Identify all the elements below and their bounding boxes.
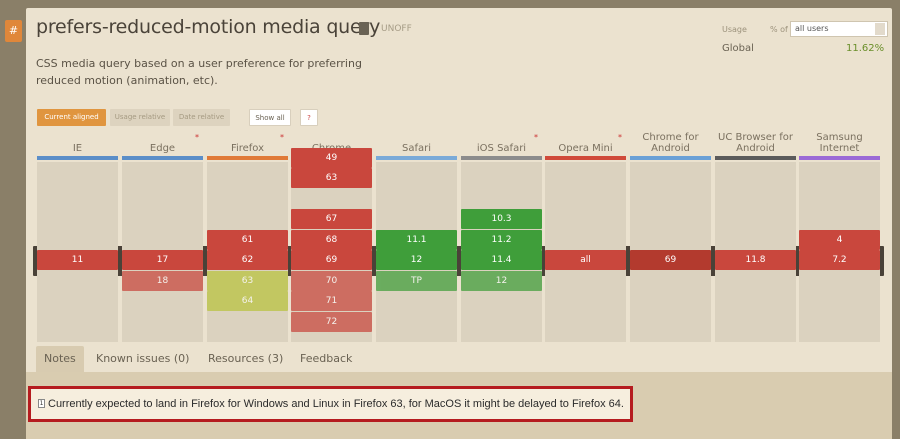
browser-name-label: Safari xyxy=(401,143,431,154)
browser-column: Edge * xyxy=(122,130,203,342)
tab-feedback[interactable]: Feedback xyxy=(292,346,360,372)
version-cell[interactable]: 49 xyxy=(291,147,372,168)
version-cell[interactable]: 63 xyxy=(291,168,372,188)
asterisk-icon: * xyxy=(534,133,538,142)
version-cell[interactable]: 64 xyxy=(207,291,288,311)
usage-label: Usage xyxy=(722,25,747,34)
highlighted-note: 1 Currently expected to land in Firefox … xyxy=(28,386,633,422)
browser-name-label: Edge xyxy=(149,143,176,154)
version-cell[interactable]: 11.1 xyxy=(376,229,457,250)
browser-color-line xyxy=(122,156,203,160)
version-cell[interactable]: 72 xyxy=(291,311,372,332)
browser-color-line xyxy=(207,156,288,160)
tab-known-issues[interactable]: Known issues (0) xyxy=(88,346,197,372)
date-relative-button[interactable]: Date relative xyxy=(173,109,230,126)
hash-link-icon[interactable]: # xyxy=(5,20,22,42)
usage-relative-button[interactable]: Usage relative xyxy=(110,109,170,126)
tab-resources[interactable]: Resources (3) xyxy=(200,346,291,372)
version-cell[interactable]: 11.8 xyxy=(715,250,796,270)
version-cell[interactable]: 11.4 xyxy=(461,250,542,270)
version-cell[interactable]: 61 xyxy=(207,229,288,250)
browser-color-line xyxy=(376,156,457,160)
browser-name-label: UC Browser for Android xyxy=(718,132,793,154)
version-cell[interactable]: 4 xyxy=(799,229,880,250)
version-cell[interactable]: 69 xyxy=(630,250,711,270)
tab-notes[interactable]: Notes xyxy=(36,346,84,372)
global-usage-value: 11.62% xyxy=(846,43,885,54)
browser-color-line xyxy=(799,156,880,160)
browser-name: UC Browser for Android xyxy=(715,130,796,156)
version-cell[interactable]: 62 xyxy=(207,250,288,270)
browser-column: Chrome for Android xyxy=(630,130,711,342)
asterisk-icon: * xyxy=(195,133,199,142)
browser-name: Samsung Internet xyxy=(799,130,880,156)
note-text: Currently expected to land in Firefox fo… xyxy=(48,398,624,410)
browser-name-label: Samsung Internet xyxy=(816,132,863,154)
browser-name-label: Opera Mini xyxy=(558,143,613,154)
browser-color-line xyxy=(461,156,542,160)
browser-color-line xyxy=(630,156,711,160)
version-cell[interactable]: 17 xyxy=(122,250,203,270)
browser-column: UC Browser for Android xyxy=(715,130,796,342)
version-cell[interactable]: 68 xyxy=(291,229,372,250)
version-cell[interactable]: 69 xyxy=(291,250,372,270)
browser-name: IE xyxy=(37,130,118,156)
browser-name-label: Firefox xyxy=(230,143,265,154)
version-cell[interactable]: all xyxy=(545,250,626,270)
browser-color-line xyxy=(545,156,626,160)
version-cell[interactable]: 12 xyxy=(461,270,542,291)
global-label: Global xyxy=(722,43,754,54)
current-aligned-button[interactable]: Current aligned xyxy=(37,109,106,126)
browser-name-label: iOS Safari xyxy=(476,143,527,154)
browser-name: Opera Mini * xyxy=(545,130,626,156)
asterisk-icon: * xyxy=(280,133,284,142)
version-cell[interactable]: 71 xyxy=(291,291,372,311)
browser-name: Edge * xyxy=(122,130,203,156)
browser-name: Chrome for Android xyxy=(630,130,711,156)
chevron-down-icon xyxy=(875,23,885,35)
browser-name: iOS Safari * xyxy=(461,130,542,156)
browser-column: IE xyxy=(37,130,118,342)
version-cell[interactable]: 11.2 xyxy=(461,229,542,250)
note-number: 1 xyxy=(38,399,45,408)
version-cell[interactable]: TP xyxy=(376,270,457,291)
browser-name: Firefox * xyxy=(207,130,288,156)
feature-title: prefers-reduced-motion media query xyxy=(36,16,381,38)
spec-document-icon[interactable] xyxy=(359,22,369,35)
users-select-value: all users xyxy=(795,24,829,33)
version-cell[interactable]: 18 xyxy=(122,270,203,291)
version-cell[interactable]: 11 xyxy=(37,250,118,270)
users-select[interactable]: all users xyxy=(790,21,888,37)
version-cell[interactable]: 70 xyxy=(291,270,372,291)
browser-name-label: IE xyxy=(72,143,83,154)
spec-status: UNOFF xyxy=(381,24,412,34)
browser-color-line xyxy=(37,156,118,160)
feature-description: CSS media query based on a user preferen… xyxy=(36,57,362,87)
browser-column: Opera Mini * xyxy=(545,130,626,342)
browser-name: Safari xyxy=(376,130,457,156)
help-button[interactable]: ? xyxy=(300,109,318,126)
browser-name-label: Chrome for Android xyxy=(642,132,699,154)
version-cell[interactable]: 10.3 xyxy=(461,209,542,229)
version-cell[interactable]: 63 xyxy=(207,270,288,291)
asterisk-icon: * xyxy=(618,133,622,142)
percent-of-label: % of xyxy=(770,25,788,34)
version-cell[interactable]: 67 xyxy=(291,209,372,229)
version-cell[interactable]: 12 xyxy=(376,250,457,270)
browser-color-line xyxy=(715,156,796,160)
show-all-button[interactable]: Show all xyxy=(249,109,291,126)
version-cell[interactable]: 7.2 xyxy=(799,250,880,270)
